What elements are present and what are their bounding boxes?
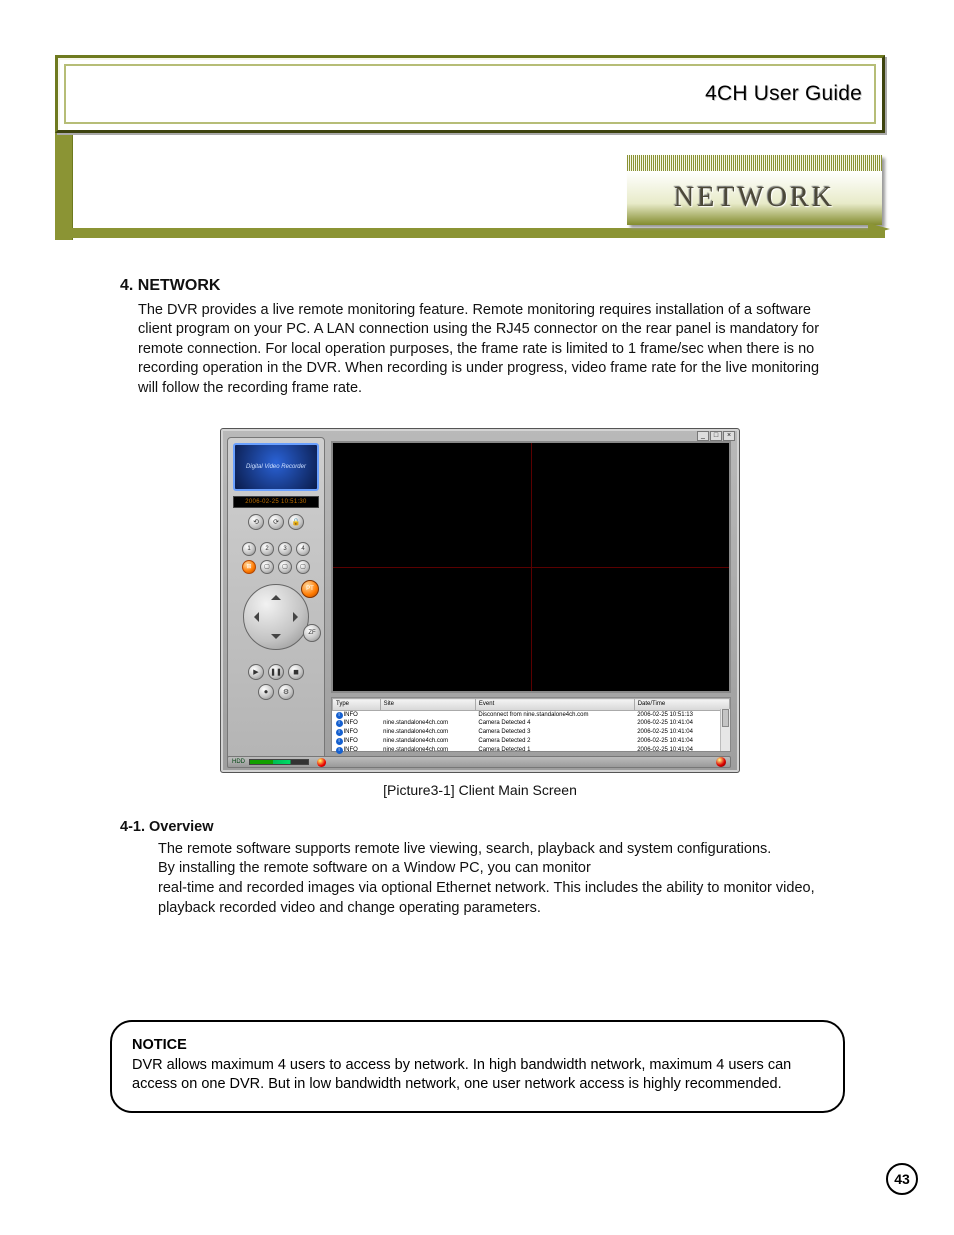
window-controls: _ □ ×: [697, 431, 735, 441]
quad-view-button[interactable]: ⊞: [242, 560, 256, 574]
status-dot-icon: [716, 757, 726, 767]
log-row[interactable]: iINFODisconnect from nine.standalone4ch.…: [333, 710, 730, 719]
notice-box: NOTICE DVR allows maximum 4 users to acc…: [110, 1020, 845, 1113]
info-icon: i: [336, 747, 343, 754]
figure-caption: [Picture3-1] Client Main Screen: [120, 781, 840, 800]
channel-1-button[interactable]: 1: [242, 542, 256, 556]
ptz-right-icon[interactable]: [293, 612, 303, 622]
play-button[interactable]: ▶: [248, 664, 264, 680]
log-row[interactable]: iINFOnine.standalone4ch.comCamera Detect…: [333, 737, 730, 746]
banner-flag-icon: [868, 223, 890, 235]
section-heading: 4. NETWORK: [120, 275, 840, 297]
timestamp-display: 2006-02-25 10:51:30: [233, 496, 319, 508]
channel-4-button[interactable]: 4: [296, 542, 310, 556]
ptz-left-icon[interactable]: [249, 612, 259, 622]
log-col-datetime[interactable]: Date/Time: [634, 699, 729, 710]
info-icon: i: [336, 738, 343, 745]
status-bar: HDD: [227, 756, 731, 768]
event-log: Type Site Event Date/Time iINFODisconnec…: [331, 697, 731, 752]
log-col-type[interactable]: Type: [333, 699, 381, 710]
view-mode-4-button[interactable]: ▢: [296, 560, 310, 574]
network-banner: NETWORK: [627, 155, 882, 225]
hdd-label: HDD: [232, 758, 245, 766]
minimize-button[interactable]: _: [697, 431, 709, 441]
header-frame: 4CH User Guide: [55, 55, 885, 133]
view-mode-3-button[interactable]: ▢: [278, 560, 292, 574]
info-icon: i: [336, 712, 343, 719]
pt-button[interactable]: PT: [301, 580, 319, 598]
hdd-usage-bar: [249, 759, 309, 765]
banner-label: NETWORK: [674, 182, 835, 214]
log-row[interactable]: iINFOnine.standalone4ch.comCamera Detect…: [333, 746, 730, 755]
log-row[interactable]: iINFOnine.standalone4ch.comCamera Detect…: [333, 719, 730, 728]
left-control-panel: Digital Video Recorder 2006-02-25 10:51:…: [227, 437, 325, 764]
maximize-button[interactable]: □: [710, 431, 722, 441]
notice-title: NOTICE: [132, 1037, 187, 1053]
dvr-logo: Digital Video Recorder: [233, 443, 319, 491]
overview-body: The remote software supports remote live…: [158, 840, 840, 918]
disconnect-button[interactable]: ⟳: [268, 514, 284, 530]
settings-button[interactable]: ⚙: [278, 684, 294, 700]
notice-body: DVR allows maximum 4 users to access by …: [132, 1057, 791, 1093]
record-button[interactable]: ⏺: [258, 684, 274, 700]
ptz-dpad[interactable]: PT ZF: [243, 584, 309, 650]
log-col-event[interactable]: Event: [475, 699, 634, 710]
section-intro: The DVR provides a live remote monitorin…: [138, 301, 840, 399]
connect-button[interactable]: ⟲: [248, 514, 264, 530]
log-scrollbar[interactable]: [720, 709, 730, 751]
horizontal-accent-bar: [55, 228, 885, 238]
channel-2-button[interactable]: 2: [260, 542, 274, 556]
close-button[interactable]: ×: [723, 431, 735, 441]
ptz-down-icon[interactable]: [271, 634, 281, 644]
client-screenshot: _ □ × Digital Video Recorder 2006-02-25 …: [220, 428, 740, 773]
header-title: 4CH User Guide: [705, 82, 862, 106]
pause-button[interactable]: ❚❚: [268, 664, 284, 680]
zf-button[interactable]: ZF: [303, 624, 321, 642]
overview-heading: 4-1. Overview: [120, 818, 840, 838]
lock-button[interactable]: 🔒: [288, 514, 304, 530]
channel-3-button[interactable]: 3: [278, 542, 292, 556]
ptz-up-icon[interactable]: [271, 590, 281, 600]
info-icon: i: [336, 729, 343, 736]
log-col-site[interactable]: Site: [380, 699, 475, 710]
record-indicator-icon: [317, 758, 326, 767]
info-icon: i: [336, 720, 343, 727]
page-number: 43: [886, 1163, 918, 1195]
log-row[interactable]: iINFOnine.standalone4ch.comCamera Detect…: [333, 728, 730, 737]
view-mode-2-button[interactable]: ▢: [260, 560, 274, 574]
stop-button[interactable]: ◼: [288, 664, 304, 680]
video-quad-grid: [331, 441, 731, 693]
